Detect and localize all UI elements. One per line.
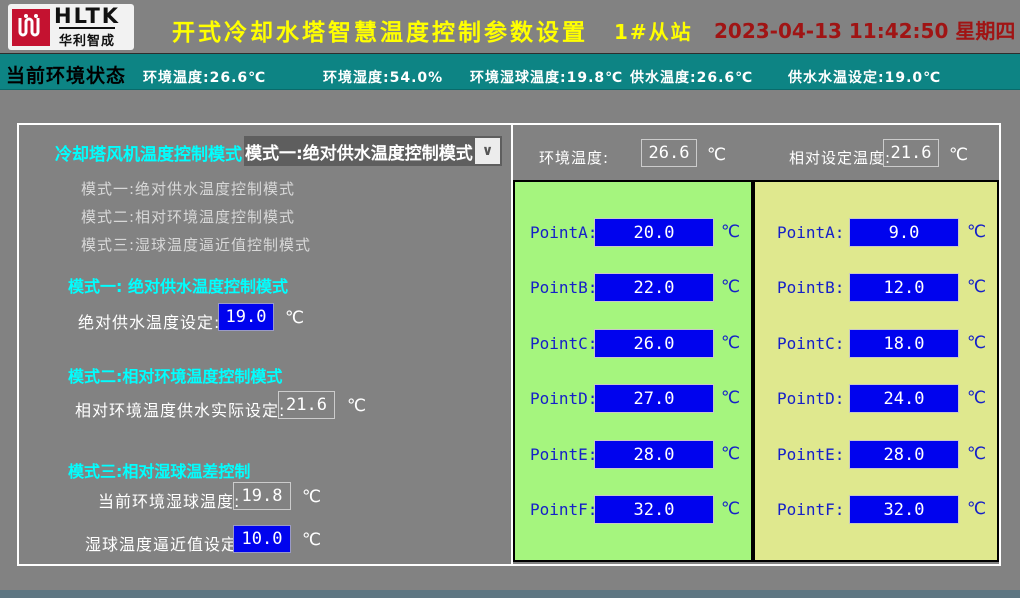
yellow-point-e-label: PointE: — [777, 445, 844, 464]
env-temp-unit: ℃ — [707, 145, 726, 165]
green-point-c-unit: ℃ — [721, 333, 740, 353]
yellow-point-row-d: PointD: 24.0 ℃ — [755, 384, 997, 413]
mode3-current-label: 当前环境湿球温度: — [98, 488, 240, 512]
green-point-row-f: PointF: 32.0 ℃ — [515, 495, 751, 524]
green-point-b-input[interactable]: 22.0 — [594, 273, 714, 302]
mode3-title: 模式三:相对湿球温差控制 — [68, 458, 250, 482]
green-point-row-e: PointE: 28.0 ℃ — [515, 440, 751, 469]
rel-set-temp-label: 相对设定温度: — [789, 147, 891, 168]
green-point-row-d: PointD: 27.0 ℃ — [515, 384, 751, 413]
env-temp-value: 26.6 — [641, 139, 697, 167]
yellow-point-row-e: PointE: 28.0 ℃ — [755, 440, 997, 469]
green-point-b-label: PointB: — [530, 278, 597, 297]
mode2-unit: ℃ — [347, 396, 366, 416]
yellow-point-row-a: PointA: 9.0 ℃ — [755, 218, 997, 247]
mode-option-1: 模式一:绝对供水温度控制模式 — [81, 178, 295, 199]
mode-select-label: 冷却塔风机温度控制模式 — [55, 140, 242, 165]
status-supply-setpoint: 供水水温设定:19.0℃ — [788, 67, 941, 87]
yellow-point-b-unit: ℃ — [967, 277, 986, 297]
green-point-f-input[interactable]: 32.0 — [594, 495, 714, 524]
mode3-set-label: 湿球温度逼近值设定: — [85, 531, 244, 555]
mode1-setpoint-input[interactable]: 19.0 — [218, 303, 274, 331]
green-point-c-label: PointC: — [530, 334, 597, 353]
yellow-point-a-input[interactable]: 9.0 — [849, 218, 959, 247]
mode1-unit: ℃ — [285, 308, 304, 328]
yellow-point-e-input[interactable]: 28.0 — [849, 440, 959, 469]
mode-option-2: 模式二:相对环境温度控制模式 — [81, 206, 295, 227]
yellow-point-d-label: PointD: — [777, 389, 844, 408]
logo-brand-cn: 华利智成 — [59, 27, 115, 49]
yellow-point-f-label: PointF: — [777, 500, 844, 519]
hltk-logo-icon — [12, 9, 50, 46]
status-env-humidity: 环境湿度:54.0% — [323, 67, 443, 87]
mode3-set-unit: ℃ — [302, 530, 321, 550]
points-panel-green: PointA: 20.0 ℃ PointB: 22.0 ℃ PointC: 26… — [513, 180, 753, 562]
yellow-point-a-unit: ℃ — [967, 222, 986, 242]
green-point-d-unit: ℃ — [721, 388, 740, 408]
green-point-a-input[interactable]: 20.0 — [594, 218, 714, 247]
green-point-b-unit: ℃ — [721, 277, 740, 297]
yellow-point-f-input[interactable]: 32.0 — [849, 495, 959, 524]
mode1-field-label: 绝对供水温度设定: — [78, 309, 220, 333]
chevron-down-icon: ∨ — [475, 138, 500, 164]
yellow-point-c-input[interactable]: 18.0 — [849, 329, 959, 358]
green-point-a-label: PointA: — [530, 223, 597, 242]
green-point-e-unit: ℃ — [721, 444, 740, 464]
rel-set-temp-value: 21.6 — [883, 139, 939, 167]
mode-select-value: 模式一:绝对供水温度控制模式 — [244, 139, 473, 164]
yellow-point-f-unit: ℃ — [967, 499, 986, 519]
green-point-d-input[interactable]: 27.0 — [594, 384, 714, 413]
mode2-field-label: 相对环境温度供水实际设定: — [75, 397, 285, 421]
mode-option-3: 模式三:湿球温度逼近值控制模式 — [81, 234, 311, 255]
yellow-point-e-unit: ℃ — [967, 444, 986, 464]
status-env-temp: 环境温度:26.6℃ — [143, 67, 266, 87]
green-point-a-unit: ℃ — [721, 222, 740, 242]
yellow-point-c-unit: ℃ — [967, 333, 986, 353]
environment-status-bar: 当前环境状态 环境温度:26.6℃ 环境湿度:54.0% 环境湿球温度:19.8… — [0, 53, 1020, 90]
green-point-row-a: PointA: 20.0 ℃ — [515, 218, 751, 247]
yellow-point-b-input[interactable]: 12.0 — [849, 273, 959, 302]
yellow-point-row-f: PointF: 32.0 ℃ — [755, 495, 997, 524]
yellow-point-d-unit: ℃ — [967, 388, 986, 408]
yellow-point-b-label: PointB: — [777, 278, 844, 297]
logo-text: HLTK 华利智成 — [54, 5, 120, 49]
yellow-point-a-label: PointA: — [777, 223, 844, 242]
green-point-row-b: PointB: 22.0 ℃ — [515, 273, 751, 302]
mode-config-area: 冷却塔风机温度控制模式 模式一:绝对供水温度控制模式 ∨ 模式一:绝对供水温度控… — [19, 125, 511, 564]
status-wetbulb-temp: 环境湿球温度:19.8℃ — [470, 67, 623, 87]
points-panel-yellow: PointA: 9.0 ℃ PointB: 12.0 ℃ PointC: 18.… — [753, 180, 999, 562]
bottom-edge-strip — [0, 590, 1020, 598]
mode3-current-unit: ℃ — [302, 487, 321, 507]
mode-select-dropdown[interactable]: 模式一:绝对供水温度控制模式 ∨ — [244, 136, 502, 166]
mode2-actual-value: 21.6 — [278, 391, 335, 419]
main-panel: 冷却塔风机温度控制模式 模式一:绝对供水温度控制模式 ∨ 模式一:绝对供水温度控… — [17, 123, 1001, 566]
green-point-e-label: PointE: — [530, 445, 597, 464]
datetime-display: 2023-04-13 11:42:50 星期四 — [714, 15, 1015, 44]
points-area: 环境温度: 26.6 ℃ 相对设定温度: 21.6 ℃ PointA: 20.0… — [511, 125, 999, 564]
status-bar-title: 当前环境状态 — [6, 61, 126, 88]
green-point-row-c: PointC: 26.0 ℃ — [515, 329, 751, 358]
company-logo: HLTK 华利智成 — [8, 4, 134, 50]
yellow-point-row-c: PointC: 18.0 ℃ — [755, 329, 997, 358]
page-title: 开式冷却水塔智慧温度控制参数设置 — [172, 13, 588, 47]
green-point-f-unit: ℃ — [721, 499, 740, 519]
rel-set-temp-unit: ℃ — [949, 145, 968, 165]
header: HLTK 华利智成 开式冷却水塔智慧温度控制参数设置 1#从站 2023-04-… — [0, 0, 1020, 53]
mode2-title: 模式二:相对环境温度控制模式 — [68, 363, 282, 387]
yellow-point-c-label: PointC: — [777, 334, 844, 353]
mode1-title: 模式一: 绝对供水温度控制模式 — [68, 273, 288, 297]
yellow-point-row-b: PointB: 12.0 ℃ — [755, 273, 997, 302]
status-supply-temp: 供水温度:26.6℃ — [630, 67, 753, 87]
mode3-current-value: 19.8 — [233, 482, 291, 510]
env-temp-label: 环境温度: — [539, 147, 609, 168]
yellow-point-d-input[interactable]: 24.0 — [849, 384, 959, 413]
green-point-d-label: PointD: — [530, 389, 597, 408]
station-label: 1#从站 — [614, 16, 693, 45]
logo-brand: HLTK — [54, 5, 120, 27]
green-point-c-input[interactable]: 26.0 — [594, 329, 714, 358]
green-point-e-input[interactable]: 28.0 — [594, 440, 714, 469]
green-point-f-label: PointF: — [530, 500, 597, 519]
mode3-setpoint-input[interactable]: 10.0 — [233, 525, 291, 553]
